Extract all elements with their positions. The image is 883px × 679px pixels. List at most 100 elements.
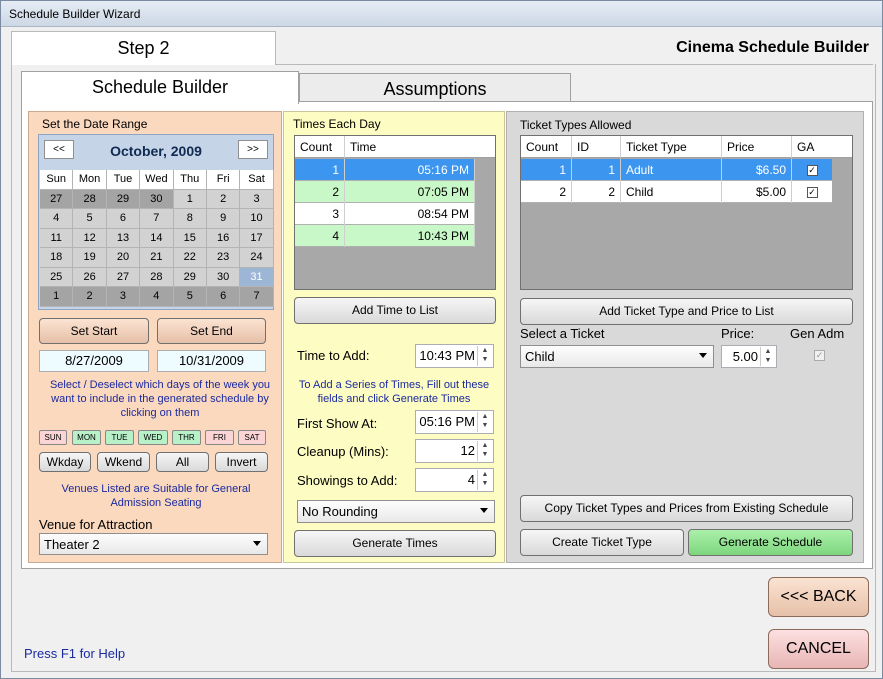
day-button-thr[interactable]: THR — [172, 430, 201, 445]
row-ga[interactable]: ✓ — [792, 159, 832, 181]
calendar-day[interactable]: 26 — [73, 267, 107, 287]
calendar-day[interactable]: 10 — [240, 209, 274, 229]
calendar-day[interactable]: 5 — [73, 209, 107, 229]
calendar-day[interactable]: 28 — [140, 267, 174, 287]
calendar-day[interactable]: 7 — [140, 209, 174, 229]
row-ga[interactable]: ✓ — [792, 181, 832, 203]
table-row[interactable]: 1 1 Adult $6.50 ✓ — [521, 159, 832, 181]
calendar-day[interactable]: 19 — [73, 248, 107, 268]
price-label: Price: — [721, 326, 755, 341]
day-button-fri[interactable]: FRI — [205, 430, 234, 445]
table-row[interactable]: 2 2 Child $5.00 ✓ — [521, 181, 832, 203]
table-row[interactable]: 3 08:54 PM — [295, 203, 475, 225]
calendar-day[interactable]: 3 — [106, 287, 141, 307]
calendar-day[interactable]: 29 — [106, 189, 141, 209]
spinner-arrows-icon[interactable]: ▲ ▼ — [760, 347, 775, 366]
calendar-day[interactable]: 25 — [40, 267, 74, 287]
venue-select[interactable]: Theater 2 — [39, 533, 268, 555]
calendar-day[interactable]: 30 — [206, 267, 241, 287]
day-button-wed[interactable]: WED — [138, 430, 168, 445]
end-date-field[interactable]: 10/31/2009 — [157, 350, 266, 372]
calendar-day[interactable]: 4 — [40, 209, 74, 229]
spinner-arrows-icon[interactable]: ▲ ▼ — [477, 346, 492, 366]
venue-select-value: Theater 2 — [44, 537, 100, 552]
calendar-day[interactable]: 30 — [140, 189, 174, 209]
cancel-button[interactable]: CANCEL — [768, 629, 869, 669]
generate-times-button[interactable]: Generate Times — [294, 530, 496, 557]
calendar-day[interactable]: 5 — [173, 287, 207, 307]
weekday-button[interactable]: Wkday — [39, 452, 91, 472]
set-end-button[interactable]: Set End — [157, 318, 266, 344]
calendar-day[interactable]: 17 — [240, 228, 274, 248]
calendar-day[interactable]: 20 — [106, 248, 141, 268]
calendar-day[interactable]: 16 — [206, 228, 241, 248]
row-count: 3 — [295, 203, 345, 225]
calendar-day[interactable]: 28 — [73, 189, 107, 209]
calendar-day[interactable]: 27 — [106, 267, 141, 287]
tab-schedule-builder[interactable]: Schedule Builder — [21, 71, 299, 104]
calendar-day[interactable]: 23 — [206, 248, 241, 268]
table-row[interactable]: 4 10:43 PM — [295, 225, 475, 247]
calendar-day[interactable]: 31 — [240, 267, 274, 287]
calendar-day[interactable]: 2 — [206, 189, 241, 209]
calendar-day[interactable]: 9 — [206, 209, 241, 229]
gen-adm-checkbox[interactable]: ✓ — [814, 350, 825, 361]
day-button-sat[interactable]: SAT — [238, 430, 266, 445]
calendar-day[interactable]: 4 — [140, 287, 174, 307]
price-value: 5.00 — [732, 349, 758, 364]
spinner-arrows-icon[interactable]: ▲ ▼ — [477, 441, 492, 461]
calendar-day[interactable]: 29 — [173, 267, 207, 287]
calendar-day[interactable]: 3 — [240, 189, 274, 209]
first-show-input[interactable]: 05:16 PM ▲ ▼ — [415, 410, 494, 434]
add-ticket-type-button[interactable]: Add Ticket Type and Price to List — [520, 298, 853, 325]
times-grid-header: Count Time — [295, 136, 495, 158]
all-days-button[interactable]: All — [156, 452, 209, 472]
day-button-mon[interactable]: MON — [72, 430, 101, 445]
calendar-day[interactable]: 6 — [106, 209, 141, 229]
day-button-tue[interactable]: TUE — [105, 430, 134, 445]
day-button-sun[interactable]: SUN — [39, 430, 67, 445]
column-header-id: ID — [572, 136, 621, 158]
calendar-day[interactable]: 12 — [73, 228, 107, 248]
invert-days-button[interactable]: Invert — [215, 452, 268, 472]
calendar-day[interactable]: 15 — [173, 228, 207, 248]
spinner-arrows-icon[interactable]: ▲ ▼ — [477, 412, 492, 432]
add-time-button[interactable]: Add Time to List — [294, 297, 496, 324]
tab-assumptions[interactable]: Assumptions — [299, 73, 571, 104]
step-tab: Step 2 — [11, 31, 276, 65]
checkbox-checked-icon[interactable]: ✓ — [806, 165, 818, 177]
calendar-day[interactable]: 21 — [140, 248, 174, 268]
calendar-day[interactable]: 22 — [173, 248, 207, 268]
calendar-day[interactable]: 24 — [240, 248, 274, 268]
table-row[interactable]: 2 07:05 PM — [295, 181, 475, 203]
checkbox-checked-icon[interactable]: ✓ — [806, 187, 818, 199]
copy-ticket-types-button[interactable]: Copy Ticket Types and Prices from Existi… — [520, 495, 853, 522]
cleanup-input[interactable]: 12 ▲ ▼ — [415, 439, 494, 463]
calendar-day[interactable]: 11 — [40, 228, 74, 248]
calendar-day[interactable]: 7 — [240, 287, 274, 307]
create-ticket-type-button[interactable]: Create Ticket Type — [520, 529, 684, 556]
calendar-day[interactable]: 13 — [106, 228, 141, 248]
calendar-day[interactable]: 1 — [40, 287, 74, 307]
table-row[interactable]: 1 05:16 PM — [295, 159, 475, 181]
calendar-day[interactable]: 8 — [173, 209, 207, 229]
calendar-day[interactable]: 18 — [40, 248, 74, 268]
column-header-price: Price — [722, 136, 792, 158]
calendar-day[interactable]: 27 — [40, 189, 74, 209]
calendar-day[interactable]: 1 — [173, 189, 207, 209]
ticket-select[interactable]: Child — [520, 345, 714, 368]
start-date-field[interactable]: 8/27/2009 — [39, 350, 149, 372]
calendar-day[interactable]: 2 — [73, 287, 107, 307]
spinner-arrows-icon[interactable]: ▲ ▼ — [477, 470, 492, 490]
calendar-day[interactable]: 6 — [206, 287, 241, 307]
next-month-button[interactable]: >> — [238, 140, 268, 159]
generate-schedule-button[interactable]: Generate Schedule — [688, 529, 853, 556]
set-start-button[interactable]: Set Start — [39, 318, 149, 344]
calendar-day[interactable]: 14 — [140, 228, 174, 248]
back-button[interactable]: <<< BACK — [768, 577, 869, 617]
weekend-button[interactable]: Wkend — [97, 452, 150, 472]
showings-input[interactable]: 4 ▲ ▼ — [415, 468, 494, 492]
rounding-select[interactable]: No Rounding — [297, 500, 495, 523]
price-input[interactable]: 5.00 ▲ ▼ — [721, 345, 777, 368]
time-to-add-input[interactable]: 10:43 PM ▲ ▼ — [415, 344, 494, 368]
